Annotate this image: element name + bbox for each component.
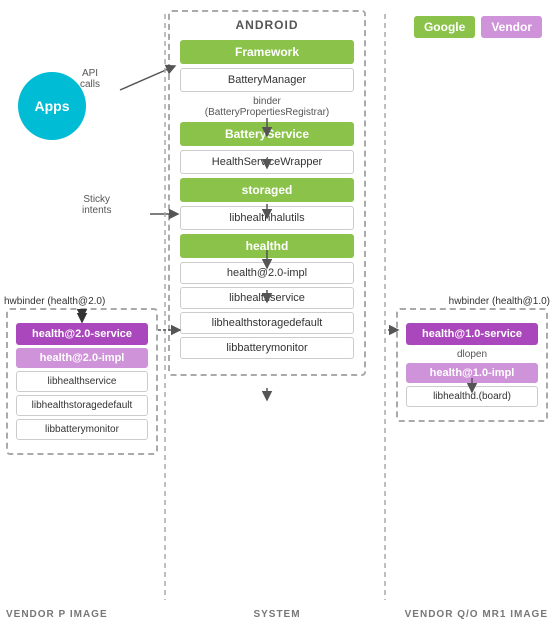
health-impl-android-box: health@2.0-impl <box>180 262 354 284</box>
google-label: Google <box>414 16 475 38</box>
api-calls-annotation: APIcalls <box>80 68 100 90</box>
apps-label: Apps <box>35 98 70 114</box>
vendor-label: Vendor <box>481 16 542 38</box>
hwbinder-right-annotation: hwbinder (health@1.0) <box>449 296 550 307</box>
libbatterymonitor-vp-box: libbatterymonitor <box>16 419 148 440</box>
battery-manager-box: BatteryManager <box>180 68 354 92</box>
android-box: ANDROID Framework BatteryManager binder(… <box>168 10 366 376</box>
healthd-bar: healthd <box>180 234 354 258</box>
health-service-wrapper-box: HealthServiceWrapper <box>180 150 354 174</box>
apps-circle: Apps <box>18 72 86 140</box>
hwbinder-right-text: hwbinder (health@1.0) <box>449 296 550 307</box>
libhealthservice-android-box: libhealthservice <box>180 287 354 309</box>
libhealthstoragedefault-vp-box: libhealthstoragedefault <box>16 395 148 416</box>
top-labels: Google Vendor <box>414 16 542 38</box>
android-title: ANDROID <box>170 12 364 36</box>
vendor-p-box: health@2.0-service health@2.0-impl libhe… <box>6 308 158 455</box>
libhealthhalutils-box: libhealthhalutils <box>180 206 354 230</box>
health20-service-bar: health@2.0-service <box>16 323 148 345</box>
sticky-intents-annotation: Stickyintents <box>82 194 111 216</box>
dlopen-label: dlopen <box>398 349 546 360</box>
health20-impl-bar: health@2.0-impl <box>16 348 148 368</box>
battery-service-bar: BatteryService <box>180 122 354 146</box>
hwbinder-left-text: hwbinder (health@2.0) <box>4 296 105 307</box>
binder-label: binder(BatteryPropertiesRegistrar) <box>170 96 364 118</box>
health10-impl-bar: health@1.0-impl <box>406 363 538 383</box>
hwbinder-left-annotation: hwbinder (health@2.0) <box>4 296 105 307</box>
storaged-bar: storaged <box>180 178 354 202</box>
sticky-intents-text: Stickyintents <box>82 194 111 216</box>
health10-service-bar: health@1.0-service <box>406 323 538 345</box>
api-calls-text: APIcalls <box>80 68 100 90</box>
bottom-system-label: SYSTEM <box>253 609 300 620</box>
libhealthd-board-box: libhealthd.(board) <box>406 386 538 407</box>
vendor-q-title <box>398 310 546 320</box>
vendor-p-title <box>8 310 156 320</box>
bottom-vendor-q-label: VENDOR Q/O MR1 IMAGE <box>405 609 548 620</box>
bottom-vendor-p-label: VENDOR P IMAGE <box>6 609 108 620</box>
libhealthservice-vp-box: libhealthservice <box>16 371 148 392</box>
libhealthstoragedefault-android-box: libhealthstoragedefault <box>180 312 354 334</box>
vendor-q-box: health@1.0-service dlopen health@1.0-imp… <box>396 308 548 422</box>
framework-bar: Framework <box>180 40 354 64</box>
libbatterymonitor-android-box: libbatterymonitor <box>180 337 354 359</box>
diagram: Google Vendor Apps APIcalls Stickyintent… <box>0 0 554 626</box>
